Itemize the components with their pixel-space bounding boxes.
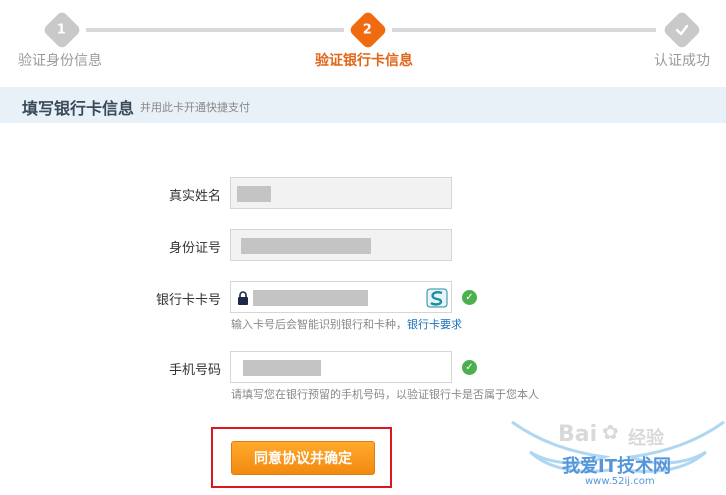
step-3-label: 认证成功 [654, 53, 710, 69]
real-name-field[interactable] [230, 177, 452, 209]
section-title: 填写银行卡信息 [22, 99, 135, 118]
lock-icon [238, 291, 248, 305]
card-label: 银行卡卡号 [155, 293, 221, 308]
redacted-phone [243, 360, 321, 376]
card-hint-text: 输入卡号后会智能识别银行和卡种， [231, 318, 407, 331]
redacted-id [241, 238, 371, 254]
watermark-brand: Bai [558, 422, 598, 447]
step-2-badge: 2 [348, 10, 388, 50]
step-1-number: 1 [57, 22, 67, 38]
card-hint: 输入卡号后会智能识别银行和卡种，银行卡要求 [231, 316, 462, 332]
paw-icon: ✿ [602, 420, 619, 444]
watermark-brand2: 经验 [628, 428, 664, 449]
stepper-line-left [86, 28, 344, 32]
phone-input[interactable] [230, 351, 452, 383]
card-requirements-link[interactable]: 银行卡要求 [407, 318, 462, 331]
phone-valid-check-icon: ✓ [462, 360, 477, 375]
watermark-url: www.52ij.com [585, 476, 655, 487]
agree-and-confirm-button[interactable]: 同意协议并确定 [231, 441, 375, 475]
bank-logo-icon [426, 288, 448, 308]
step-2-number: 2 [363, 22, 373, 38]
checkmark-icon [675, 24, 689, 36]
section-header: 填写银行卡信息 并用此卡开通快捷支付 [0, 87, 726, 123]
step-1-badge: 1 [42, 10, 82, 50]
id-number-field[interactable] [230, 229, 452, 261]
phone-hint: 请填写您在银行预留的手机号码，以验证银行卡是否属于您本人 [231, 388, 539, 401]
card-valid-check-icon: ✓ [462, 290, 477, 305]
watermark: Bai ✿ 经验 我爱IT技术网 www.52ij.com [510, 412, 726, 495]
step-2-label: 验证银行卡信息 [315, 53, 413, 69]
watermark-site-name: 我爱IT技术网 [562, 456, 671, 477]
stepper-line-right [392, 28, 656, 32]
redacted-card [253, 290, 368, 306]
redacted-name [237, 186, 271, 202]
id-label: 身份证号 [168, 241, 221, 256]
name-label: 真实姓名 [168, 189, 221, 204]
step-1-label: 验证身份信息 [18, 53, 102, 69]
card-number-input[interactable] [230, 281, 452, 313]
step-3-badge [662, 10, 702, 50]
phone-label: 手机号码 [168, 363, 221, 378]
section-subtitle: 并用此卡开通快捷支付 [140, 101, 250, 114]
progress-stepper: 1 验证身份信息 2 验证银行卡信息 认证成功 [0, 0, 726, 84]
